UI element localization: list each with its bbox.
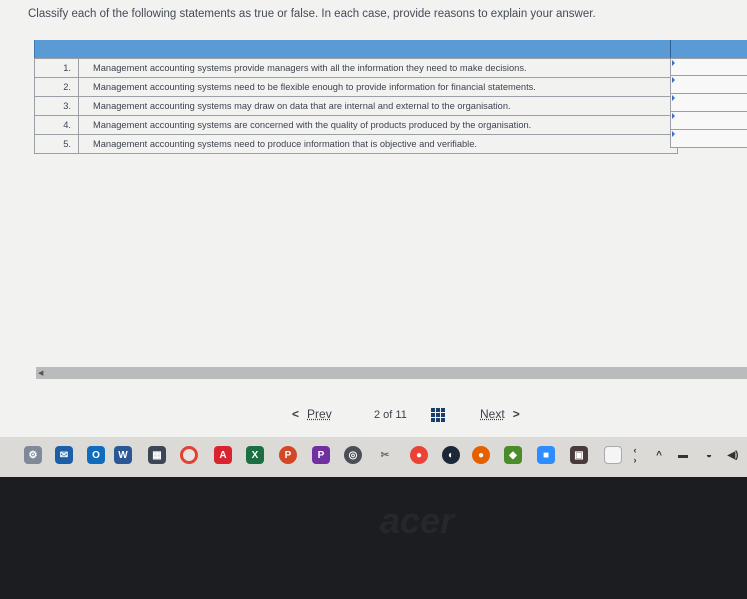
- powerpoint-icon[interactable]: P: [279, 446, 297, 464]
- chevron-right-icon: >: [512, 407, 520, 421]
- row-number: 4.: [34, 115, 79, 135]
- tools-icon[interactable]: ✂: [376, 446, 394, 464]
- header-divider-left: [34, 40, 35, 58]
- table-row: 4. Management accounting systems are con…: [34, 115, 678, 135]
- scroll-arrows-icon[interactable]: ‹ ›: [626, 445, 644, 465]
- battery-icon[interactable]: ▬: [674, 446, 692, 464]
- calculator-icon[interactable]: ▦: [148, 446, 166, 464]
- cell-marker-icon: [672, 131, 675, 137]
- table-row: 3. Management accounting systems may dra…: [34, 96, 678, 116]
- grid-view-icon[interactable]: [431, 408, 445, 422]
- file-icon[interactable]: [604, 446, 622, 464]
- settings-icon[interactable]: ⚙: [24, 446, 42, 464]
- volume-icon[interactable]: ◀): [724, 446, 742, 464]
- header-divider: [670, 40, 671, 58]
- horizontal-scrollbar[interactable]: ◀: [36, 367, 747, 379]
- cell-marker-icon: [672, 95, 675, 101]
- maps-icon[interactable]: ●: [410, 446, 428, 464]
- cell-marker-icon: [672, 60, 675, 66]
- laptop-bezel: [0, 477, 747, 599]
- word-icon[interactable]: W: [114, 446, 132, 464]
- answer-column: [670, 58, 747, 148]
- row-number: 3.: [34, 96, 79, 116]
- row-number: 5.: [34, 134, 79, 154]
- cell-marker-icon: [672, 77, 675, 83]
- next-button[interactable]: Next >: [480, 407, 520, 421]
- next-label: Next: [480, 407, 505, 421]
- statement-text: Management accounting systems may draw o…: [78, 96, 678, 116]
- steam-icon[interactable]: ◐: [442, 446, 460, 464]
- answer-cell-5[interactable]: [670, 130, 747, 148]
- screen: Classify each of the following statement…: [0, 0, 747, 437]
- prev-button[interactable]: < Prev: [292, 407, 332, 421]
- brand-logo: acer: [380, 500, 455, 541]
- row-number: 1.: [34, 58, 79, 78]
- table-header: [34, 40, 747, 58]
- zoom-icon[interactable]: ■: [537, 446, 555, 464]
- acrobat-icon[interactable]: A: [214, 446, 232, 464]
- publisher-icon[interactable]: P: [312, 446, 330, 464]
- firefox-icon[interactable]: ●: [472, 446, 490, 464]
- table-row: 2. Management accounting systems need to…: [34, 77, 678, 97]
- layers-icon[interactable]: ◆: [504, 446, 522, 464]
- cell-marker-icon: [672, 113, 675, 119]
- chevron-left-icon: <: [292, 407, 300, 421]
- answer-cell-4[interactable]: [670, 112, 747, 130]
- statement-text: Management accounting systems are concer…: [78, 115, 678, 135]
- taskbar: ⚙ ✉ O W ▦ A X P P ◎ ✂ ● ◐ ● ◆ ■ ▣ ‹ › ^ ▬…: [0, 437, 747, 477]
- answer-cell-1[interactable]: [670, 58, 747, 76]
- page-indicator: 2 of 11: [374, 409, 407, 421]
- chrome-icon[interactable]: [180, 446, 198, 464]
- statement-text: Management accounting systems provide ma…: [78, 58, 678, 78]
- outlook-icon[interactable]: O: [87, 446, 105, 464]
- statement-text: Management accounting systems need to pr…: [78, 134, 678, 154]
- mail-icon[interactable]: ✉: [55, 446, 73, 464]
- table-row: 1. Management accounting systems provide…: [34, 58, 678, 78]
- media-icon[interactable]: ▣: [570, 446, 588, 464]
- answer-cell-2[interactable]: [670, 76, 747, 94]
- row-number: 2.: [34, 77, 79, 97]
- prev-label: Prev: [307, 407, 332, 421]
- table-row: 5. Management accounting systems need to…: [34, 134, 678, 154]
- question-instruction: Classify each of the following statement…: [28, 8, 596, 20]
- camera-icon[interactable]: ◎: [344, 446, 362, 464]
- answer-cell-3[interactable]: [670, 94, 747, 112]
- chevron-up-icon[interactable]: ^: [650, 446, 668, 464]
- wifi-icon[interactable]: ◒: [700, 446, 718, 464]
- statement-text: Management accounting systems need to be…: [78, 77, 678, 97]
- scroll-left-icon[interactable]: ◀: [38, 369, 43, 377]
- excel-icon[interactable]: X: [246, 446, 264, 464]
- statements-table: 1. Management accounting systems provide…: [34, 58, 678, 154]
